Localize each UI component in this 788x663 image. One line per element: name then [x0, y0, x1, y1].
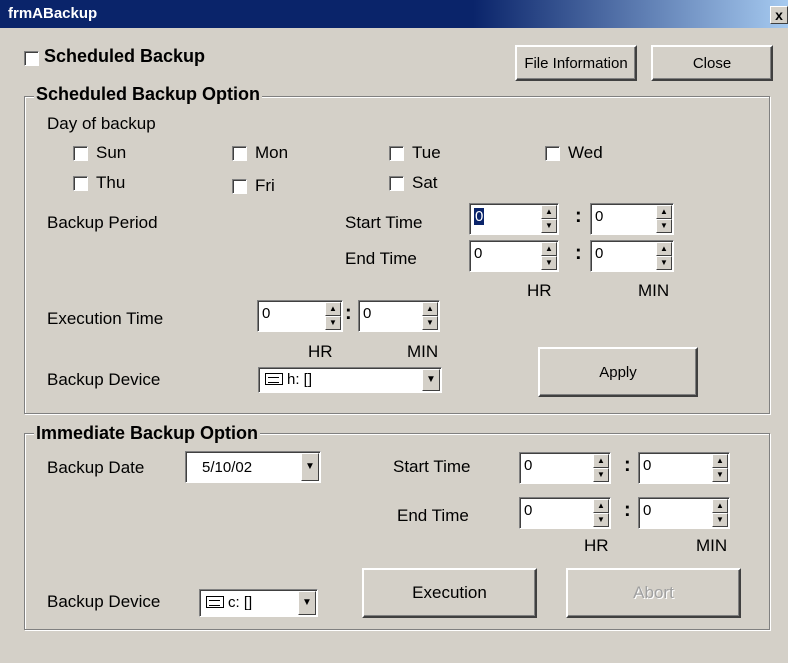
colon-separator: : — [624, 499, 631, 521]
exec-min-spinner[interactable]: 0 ▲ ▼ — [358, 300, 440, 332]
chevron-down-icon[interactable]: ▼ — [422, 369, 440, 391]
imm-backup-device-select[interactable]: c: [] ▼ — [199, 589, 318, 617]
imm-end-hr-value: 0 — [524, 502, 533, 519]
immediate-backup-group-title: Immediate Backup Option — [34, 423, 261, 444]
window-close-button[interactable]: x — [770, 6, 788, 24]
day-sun-checkbox[interactable] — [73, 146, 88, 161]
imm-backup-device-label: Backup Device — [47, 592, 161, 611]
drive-icon — [265, 373, 283, 385]
spin-up-icon[interactable]: ▲ — [712, 499, 728, 513]
imm-start-time-label: Start Time — [393, 457, 471, 476]
backup-date-picker[interactable]: 5/10/02 ▼ — [185, 451, 321, 483]
day-mon-checkbox[interactable] — [232, 146, 247, 161]
spin-down-icon[interactable]: ▼ — [593, 468, 609, 482]
exec-hr-spinner[interactable]: 0 ▲ ▼ — [257, 300, 343, 332]
spin-down-icon[interactable]: ▼ — [541, 256, 557, 270]
execution-button[interactable]: Execution — [362, 568, 537, 618]
spin-down-icon[interactable]: ▼ — [422, 316, 438, 330]
sched-end-hr-spinner[interactable]: 0 ▲ ▼ — [469, 240, 559, 272]
day-fri-checkbox[interactable] — [232, 179, 247, 194]
day-fri-label: Fri — [255, 176, 275, 195]
colon-separator: : — [345, 302, 352, 324]
colon-separator: : — [575, 242, 582, 264]
imm-device-value: c: [] — [228, 594, 253, 611]
backup-date-value: 5/10/02 — [202, 459, 253, 476]
chevron-down-icon[interactable]: ▼ — [301, 453, 319, 481]
day-wed-label: Wed — [568, 143, 603, 162]
imm-start-hr-value: 0 — [524, 457, 533, 474]
spin-up-icon[interactable]: ▲ — [325, 302, 341, 316]
exec-hr-value: 0 — [262, 305, 271, 322]
spin-up-icon[interactable]: ▲ — [593, 454, 609, 468]
spin-down-icon[interactable]: ▼ — [593, 513, 609, 527]
sched-start-min-spinner[interactable]: 0 ▲ ▼ — [590, 203, 674, 235]
day-tue-checkbox[interactable] — [389, 146, 404, 161]
exec-hr-label: HR — [308, 342, 333, 361]
backup-window: frmABackup x Scheduled Backup File Infor… — [0, 0, 788, 663]
spin-up-icon[interactable]: ▲ — [422, 302, 438, 316]
imm-min-label: MIN — [696, 536, 728, 555]
day-sat-label: Sat — [412, 173, 438, 192]
imm-end-hr-spinner[interactable]: 0 ▲ ▼ — [519, 497, 611, 529]
day-tue-label: Tue — [412, 143, 441, 162]
backup-period-label: Backup Period — [47, 213, 158, 232]
sched-min-label: MIN — [638, 281, 670, 300]
imm-start-hr-spinner[interactable]: 0 ▲ ▼ — [519, 452, 611, 484]
sched-end-min-spinner[interactable]: 0 ▲ ▼ — [590, 240, 674, 272]
colon-separator: : — [575, 205, 582, 227]
sched-start-min-value: 0 — [595, 208, 604, 225]
apply-button[interactable]: Apply — [538, 347, 698, 397]
imm-end-time-label: End Time — [397, 506, 469, 525]
imm-start-min-value: 0 — [643, 457, 652, 474]
day-wed-checkbox[interactable] — [545, 146, 560, 161]
scheduled-backup-checkbox[interactable] — [24, 51, 39, 66]
exec-min-label: MIN — [407, 342, 439, 361]
spin-up-icon[interactable]: ▲ — [593, 499, 609, 513]
scheduled-backup-group-title: Scheduled Backup Option — [34, 84, 263, 105]
day-thu-checkbox[interactable] — [73, 176, 88, 191]
sched-start-time-label: Start Time — [345, 213, 423, 232]
spin-down-icon[interactable]: ▼ — [541, 219, 557, 233]
day-thu-label: Thu — [96, 173, 126, 192]
spin-down-icon[interactable]: ▼ — [656, 256, 672, 270]
day-mon-label: Mon — [255, 143, 289, 162]
spin-up-icon[interactable]: ▲ — [541, 242, 557, 256]
sched-hr-label: HR — [527, 281, 552, 300]
imm-end-min-value: 0 — [643, 502, 652, 519]
colon-separator: : — [624, 454, 631, 476]
spin-up-icon[interactable]: ▲ — [656, 242, 672, 256]
spin-down-icon[interactable]: ▼ — [712, 468, 728, 482]
spin-down-icon[interactable]: ▼ — [656, 219, 672, 233]
spin-down-icon[interactable]: ▼ — [712, 513, 728, 527]
spin-up-icon[interactable]: ▲ — [656, 205, 672, 219]
close-button[interactable]: Close — [651, 45, 773, 81]
spin-up-icon[interactable]: ▲ — [712, 454, 728, 468]
backup-date-label: Backup Date — [47, 458, 145, 477]
sched-backup-device-label: Backup Device — [47, 370, 161, 389]
execution-time-label: Execution Time — [47, 309, 164, 328]
chevron-down-icon[interactable]: ▼ — [298, 591, 316, 615]
title-bar: frmABackup x — [0, 0, 788, 28]
scheduled-backup-label: Scheduled Backup — [44, 46, 206, 66]
day-sun-label: Sun — [96, 143, 127, 162]
imm-hr-label: HR — [584, 536, 609, 555]
file-information-button[interactable]: File Information — [515, 45, 637, 81]
abort-button[interactable]: Abort — [566, 568, 741, 618]
sched-end-hr-value: 0 — [474, 245, 483, 262]
spin-up-icon[interactable]: ▲ — [541, 205, 557, 219]
sched-end-time-label: End Time — [345, 249, 417, 268]
day-of-backup-label: Day of backup — [47, 114, 156, 133]
sched-start-hr-value: 0 — [474, 208, 485, 225]
sched-end-min-value: 0 — [595, 245, 604, 262]
imm-start-min-spinner[interactable]: 0 ▲ ▼ — [638, 452, 730, 484]
exec-min-value: 0 — [363, 305, 372, 322]
spin-down-icon[interactable]: ▼ — [325, 316, 341, 330]
day-sat-checkbox[interactable] — [389, 176, 404, 191]
sched-start-hr-spinner[interactable]: 0 ▲ ▼ — [469, 203, 559, 235]
window-title: frmABackup — [8, 5, 98, 22]
sched-backup-device-select[interactable]: h: [] ▼ — [258, 367, 442, 393]
imm-end-min-spinner[interactable]: 0 ▲ ▼ — [638, 497, 730, 529]
sched-device-value: h: [] — [287, 371, 313, 388]
drive-icon — [206, 596, 224, 608]
